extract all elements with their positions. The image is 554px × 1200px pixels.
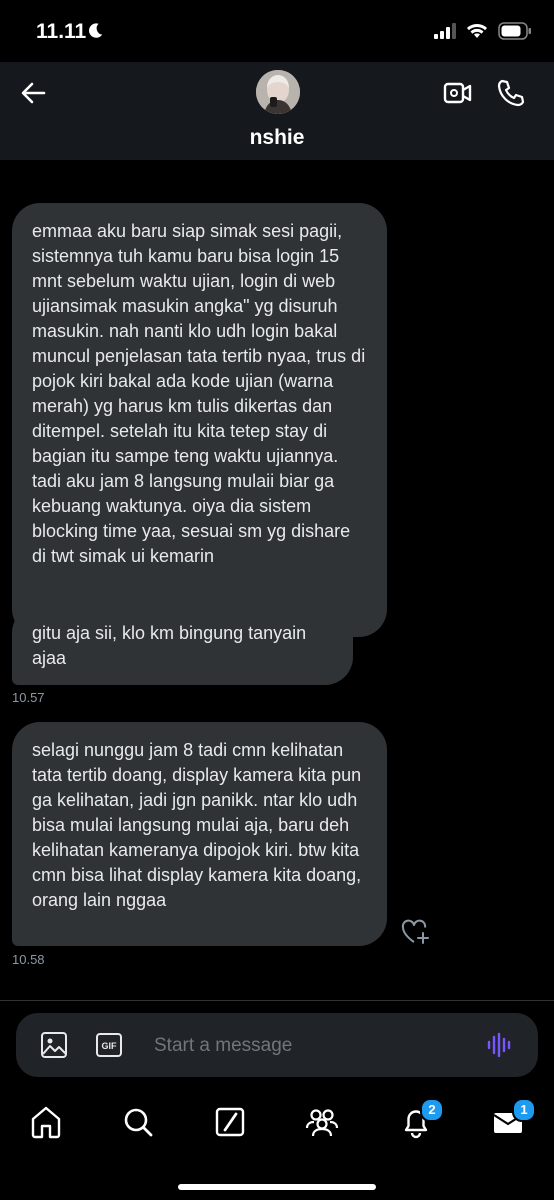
search-icon[interactable] — [120, 1104, 156, 1140]
contact-name[interactable]: nshie — [0, 126, 554, 150]
signal-icon — [434, 23, 456, 39]
image-icon[interactable] — [40, 1031, 68, 1059]
voice-message-icon[interactable] — [486, 1031, 514, 1059]
message-composer: GIF — [16, 1013, 538, 1077]
communities-icon[interactable] — [304, 1104, 340, 1140]
battery-icon — [498, 22, 531, 40]
status-indicators — [434, 22, 532, 40]
message-bubble[interactable]: emmaa aku baru siap simak sesi pagii, si… — [12, 203, 387, 637]
add-reaction-icon[interactable] — [400, 918, 430, 946]
avatar-image — [256, 70, 300, 114]
avatar[interactable] — [256, 70, 300, 114]
home-icon[interactable] — [28, 1104, 64, 1140]
message-list: emmaa aku baru siap simak sesi pagii, si… — [0, 160, 554, 1000]
video-call-icon[interactable] — [443, 80, 473, 106]
home-indicator — [178, 1184, 376, 1190]
moon-icon — [89, 23, 103, 38]
divider — [0, 1000, 554, 1001]
message-timestamp: 10.58 — [12, 952, 45, 967]
phone-call-icon[interactable] — [496, 78, 526, 108]
gif-icon[interactable]: GIF — [96, 1033, 122, 1057]
message-timestamp: 10.57 — [12, 690, 45, 705]
message-bubble[interactable]: gitu aja sii, klo km bingung tanyain aja… — [12, 605, 353, 685]
gif-label: GIF — [102, 1041, 118, 1051]
back-arrow-icon[interactable] — [18, 78, 48, 108]
messages-badge: 1 — [512, 1098, 536, 1122]
status-bar: 11.11 — [0, 0, 554, 62]
conversation-header: nshie — [0, 62, 554, 160]
status-time: 11.11 — [36, 20, 87, 43]
message-input[interactable] — [152, 1029, 456, 1063]
wifi-icon — [467, 24, 487, 38]
grok-icon[interactable] — [212, 1104, 248, 1140]
notifications-badge: 2 — [420, 1098, 444, 1122]
message-bubble[interactable]: selagi nunggu jam 8 tadi cmn kelihatan t… — [12, 722, 387, 946]
